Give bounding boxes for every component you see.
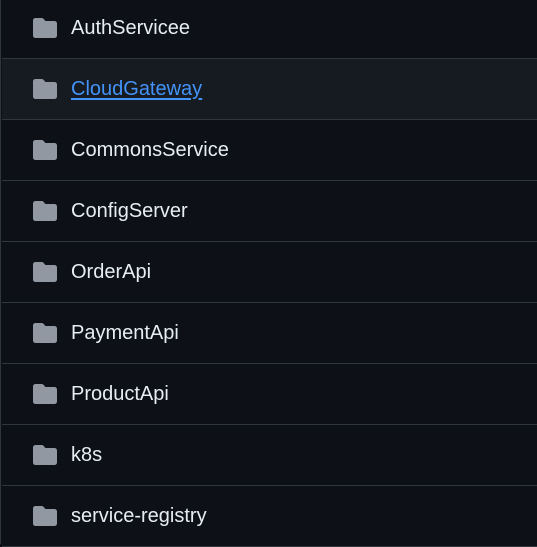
file-list: AuthServicee CloudGateway CommonsService… <box>0 0 537 547</box>
folder-icon <box>33 140 57 160</box>
folder-icon <box>33 79 57 99</box>
folder-name-link[interactable]: k8s <box>71 444 102 467</box>
folder-icon <box>33 506 57 526</box>
folder-name-link[interactable]: ProductApi <box>71 383 169 406</box>
folder-name-link[interactable]: PaymentApi <box>71 322 179 345</box>
folder-name-link[interactable]: OrderApi <box>71 261 151 284</box>
folder-icon <box>33 445 57 465</box>
list-item[interactable]: CommonsService <box>2 120 537 181</box>
folder-icon <box>33 384 57 404</box>
list-item[interactable]: k8s <box>2 425 537 486</box>
list-item[interactable]: CloudGateway <box>2 59 537 120</box>
folder-icon <box>33 262 57 282</box>
folder-icon <box>33 201 57 221</box>
list-item[interactable]: service-registry <box>2 486 537 547</box>
list-item[interactable]: PaymentApi <box>2 303 537 364</box>
folder-name-link[interactable]: ConfigServer <box>71 200 188 223</box>
list-item[interactable]: OrderApi <box>2 242 537 303</box>
folder-name-link[interactable]: AuthServicee <box>71 17 190 40</box>
folder-name-link[interactable]: CloudGateway <box>71 78 202 101</box>
list-item[interactable]: ProductApi <box>2 364 537 425</box>
folder-icon <box>33 18 57 38</box>
folder-name-link[interactable]: service-registry <box>71 505 207 528</box>
list-item[interactable]: ConfigServer <box>2 181 537 242</box>
list-item[interactable]: AuthServicee <box>2 0 537 59</box>
folder-name-link[interactable]: CommonsService <box>71 139 229 162</box>
folder-icon <box>33 323 57 343</box>
